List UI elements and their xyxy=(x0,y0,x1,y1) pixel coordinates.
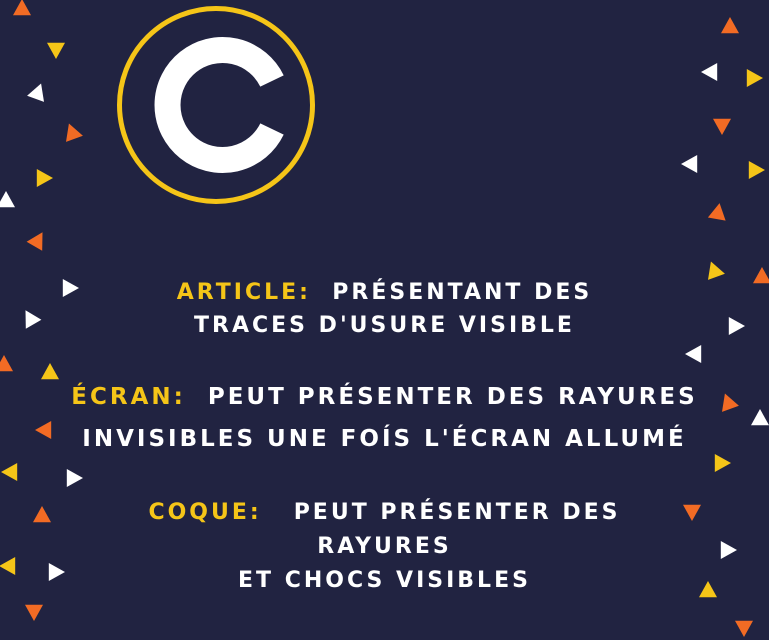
confetti-triangle xyxy=(685,345,702,363)
confetti-triangle xyxy=(707,203,726,221)
poster: ARTICLE: PRÉSENTANT DES TRACES D'USURE V… xyxy=(0,0,769,640)
confetti-triangle xyxy=(748,161,765,179)
confetti-triangle xyxy=(0,191,15,208)
coque-text-line-1: PEUT PRÉSENTER DES xyxy=(293,500,621,525)
confetti-triangle xyxy=(735,620,753,637)
confetti-triangle xyxy=(746,69,763,87)
coque-text-line-2: RAYURES xyxy=(317,534,452,559)
copyright-logo xyxy=(117,6,315,204)
confetti-triangle xyxy=(36,169,53,187)
ecran-text-line-1: PEUT PRÉSENTER DES RAYURES xyxy=(207,384,698,410)
confetti-triangle xyxy=(13,0,31,16)
confetti-triangle xyxy=(25,604,43,621)
confetti-triangle xyxy=(26,232,43,251)
confetti-triangle xyxy=(0,355,13,372)
confetti-triangle xyxy=(47,42,65,59)
confetti-triangle xyxy=(1,463,18,481)
copyright-c-icon xyxy=(154,37,284,173)
coque-label: COQUE: xyxy=(148,500,262,525)
confetti-triangle xyxy=(66,469,83,487)
article-text-line-2: TRACES D'USURE VISIBLE xyxy=(194,313,575,338)
coque-section: COQUE: PEUT PRÉSENTER DES RAYURES ET CHO… xyxy=(0,496,769,598)
confetti-triangle xyxy=(27,83,44,102)
confetti-triangle xyxy=(713,118,731,135)
confetti-triangle xyxy=(701,63,718,81)
ecran-label: ÉCRAN: xyxy=(71,384,186,410)
article-label: ARTICLE: xyxy=(176,280,311,305)
article-text-line-1: PRÉSENTANT DES xyxy=(332,280,593,305)
ecran-section: ÉCRAN: PEUT PRÉSENTER DES RAYURES INVISI… xyxy=(0,376,769,460)
confetti-triangle xyxy=(681,155,698,173)
confetti-triangle xyxy=(721,17,739,34)
coque-text-line-3: ET CHOCS VISIBLES xyxy=(238,568,531,593)
article-section: ARTICLE: PRÉSENTANT DES TRACES D'USURE V… xyxy=(0,276,769,342)
confetti-triangle xyxy=(66,123,83,142)
ecran-text-line-2: INVISIBLES UNE FOÍS L'ÉCRAN ALLUMÉ xyxy=(82,426,687,452)
